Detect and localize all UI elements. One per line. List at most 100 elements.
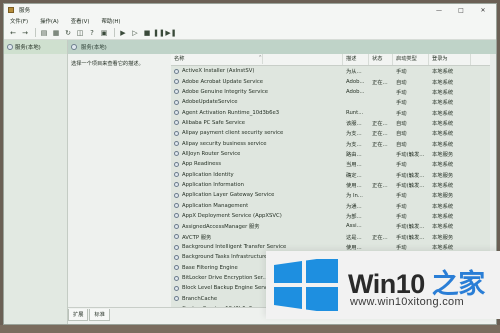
table-row[interactable]: Application Information 使用... 正在... 手动(触发..… <box>171 180 496 190</box>
service-description: 该服... <box>346 120 362 127</box>
minimize-button[interactable]: — <box>428 5 450 15</box>
service-name: Application Identity <box>182 171 234 178</box>
table-row[interactable]: AVCTP 服务 这是... 正在... 手动(触发... 本地服务 <box>171 232 496 242</box>
forward-arrow-icon[interactable]: → <box>20 28 30 38</box>
table-row[interactable]: AllJoyn Router Service 路由... 手动(触发... 本地服务 <box>171 149 496 159</box>
service-name-cell: Adobe Genuine Integrity Service <box>171 89 343 95</box>
table-row[interactable]: AppX Deployment Service (AppXSVC) 为部... 手动… <box>171 211 496 221</box>
back-arrow-icon[interactable]: ← <box>8 28 18 38</box>
table-row[interactable]: Adobe Genuine Integrity Service Adob... 手动… <box>171 87 496 97</box>
table-row[interactable]: Adobe Acrobat Update Service Adob... 正在...… <box>171 76 496 86</box>
service-description: 为支... <box>346 141 362 148</box>
service-name: Alipay payment client security service <box>182 130 284 137</box>
table-row[interactable]: Application Management 为通... 手动 本地系统 <box>171 200 496 210</box>
windows-logo-icon <box>274 259 338 311</box>
restart-service-icon[interactable]: ▶❚ <box>165 28 176 38</box>
service-name-cell: Adobe Acrobat Update Service <box>171 79 343 85</box>
properties-icon[interactable]: ▦ <box>51 28 61 38</box>
gear-icon <box>174 130 179 136</box>
table-row[interactable]: Application Identity 确定... 手动(触发... 本地服务 <box>171 169 496 179</box>
service-log-on-as: 本地系统 <box>432 203 454 210</box>
service-name-cell: Application Layer Gateway Service <box>171 192 343 198</box>
menu-help[interactable]: 帮助(H) <box>95 17 126 25</box>
service-name-cell: Application Identity <box>171 172 343 178</box>
service-description: 为 In... <box>346 193 363 200</box>
column-header-log-on-as[interactable]: 登录为 <box>429 54 471 65</box>
service-log-on-as: 本地系统 <box>432 69 454 76</box>
service-name: App Readiness <box>182 161 221 168</box>
service-log-on-as: 本地服务 <box>432 193 454 200</box>
refresh-icon[interactable]: ↻ <box>63 28 73 38</box>
table-row[interactable]: AssignedAccessManager 服务 Assi... 手动(触发... 本… <box>171 221 496 231</box>
gear-icon <box>174 213 179 219</box>
pause-service-icon[interactable]: ❚❚ <box>153 28 165 38</box>
export-list-icon[interactable]: ◫ <box>75 28 85 38</box>
maximize-button[interactable]: □ <box>450 5 472 15</box>
table-row[interactable]: AdobeUpdateService 手动 本地系统 <box>171 97 496 107</box>
service-log-on-as: 本地服务 <box>432 151 454 158</box>
console-tree-icon[interactable]: ▤ <box>39 28 49 38</box>
service-startup-type: 手动 <box>396 89 407 96</box>
service-startup-type: 手动(触发... <box>396 151 425 158</box>
stop-service-icon[interactable]: ■ <box>142 28 152 38</box>
menu-view[interactable]: 查看(V) <box>65 17 96 25</box>
menu-bar: 文件(F) 操作(A) 查看(V) 帮助(H) <box>4 16 496 26</box>
table-row[interactable]: Alibaba PC Safe Service 该服... 正在... 自动 本地系统 <box>171 118 496 128</box>
service-name-cell: Application Information <box>171 182 343 188</box>
table-row[interactable]: Application Layer Gateway Service 为 In...… <box>171 190 496 200</box>
gear-icon <box>174 151 179 157</box>
start-service-icon[interactable]: ▶ <box>118 28 128 38</box>
window-title: 服务 <box>19 8 31 14</box>
service-name: BranchCache <box>182 295 218 302</box>
menu-file[interactable]: 文件(F) <box>4 17 34 25</box>
service-description: 确定... <box>346 172 362 179</box>
gear-icon <box>174 68 179 74</box>
description-pane: 选择一个项目来查看它的描述。 <box>68 54 171 310</box>
service-description: Runt... <box>346 109 364 116</box>
gear-icon <box>174 182 179 188</box>
table-row[interactable]: Alipay security business service 为支... 正在.… <box>171 138 496 148</box>
service-name-cell: Alibaba PC Safe Service <box>171 120 343 126</box>
service-name-cell: AppX Deployment Service (AppXSVC) <box>171 213 343 219</box>
view-icon[interactable]: ▣ <box>99 28 109 38</box>
service-name-cell: AVCTP 服务 <box>171 233 343 241</box>
service-status: 正在... <box>372 182 388 189</box>
service-log-on-as: 本地系统 <box>432 120 454 127</box>
table-row[interactable]: ActiveX Installer (AxInstSV) 为从... 手动 本地系统 <box>171 66 496 76</box>
tab-extended[interactable]: 扩展 <box>68 309 89 321</box>
service-startup-type: 手动 <box>396 245 407 252</box>
description-text: 选择一个项目来查看它的描述。 <box>71 61 144 67</box>
service-startup-type: 自动 <box>396 79 407 86</box>
service-name: AdobeUpdateService <box>182 99 238 106</box>
table-row[interactable]: App Readiness 当用... 手动 本地系统 <box>171 159 496 169</box>
close-button[interactable]: ✕ <box>472 5 494 15</box>
service-status: 正在... <box>372 120 388 127</box>
table-row[interactable]: Alipay payment client security service 为支… <box>171 128 496 138</box>
service-description: 使用... <box>346 182 362 189</box>
service-log-on-as: 本地系统 <box>432 182 454 189</box>
service-name: Adobe Genuine Integrity Service <box>182 88 269 95</box>
table-row[interactable]: Agent Activation Runtime_10d3b6e3 Runt...… <box>171 107 496 117</box>
column-header-startup-type[interactable]: 启动类型 <box>393 54 429 65</box>
service-name: ActiveX Installer (AxInstSV) <box>182 68 255 75</box>
service-status: 正在... <box>372 234 388 241</box>
gear-icon <box>174 110 179 116</box>
tree-item-services-local[interactable]: 服务(本地) <box>4 40 67 54</box>
help-icon[interactable]: ? <box>87 28 97 38</box>
column-header-status[interactable]: 状态 <box>369 54 393 65</box>
pause-toggle-icon[interactable]: ▷ <box>130 28 140 38</box>
gear-icon <box>174 296 179 302</box>
tab-standard[interactable]: 标准 <box>89 309 110 321</box>
service-description: 使用... <box>346 245 362 252</box>
service-name-cell: AdobeUpdateService <box>171 99 343 105</box>
gear-icon <box>71 44 77 50</box>
column-header-description[interactable]: 描述 <box>343 54 369 65</box>
service-status: 正在... <box>372 131 388 138</box>
menu-action[interactable]: 操作(A) <box>34 17 65 25</box>
gear-icon <box>174 234 179 240</box>
watermark-brand-win10: Win10 <box>348 269 425 299</box>
service-log-on-as: 本地系统 <box>432 245 454 252</box>
service-name: BitLocker Drive Encryption Ser... <box>182 275 268 282</box>
gear-icon <box>174 161 179 167</box>
service-description: Adob... <box>346 88 365 95</box>
